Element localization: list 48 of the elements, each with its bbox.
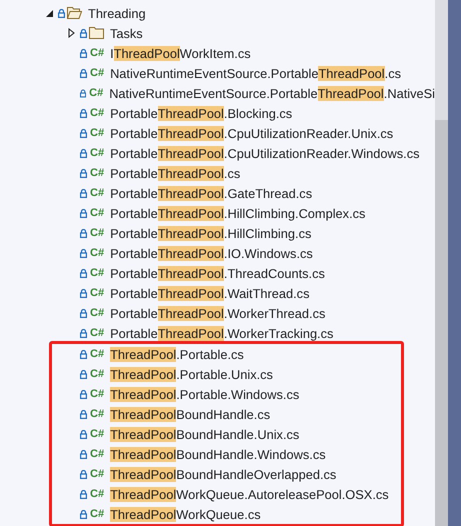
file-type-label: C# — [90, 388, 104, 400]
file-type-label: C# — [90, 67, 104, 79]
file-type-label: C# — [90, 508, 104, 520]
file-type-label: C# — [90, 348, 104, 360]
file-type-label: C# — [90, 127, 104, 139]
file-name: PortableThreadPool.GateThread.cs — [110, 186, 312, 200]
folder-name: Threading — [88, 6, 146, 20]
file-name: PortableThreadPool.CpuUtilizationReader.Unix.cs — [110, 126, 394, 140]
file-type-label: C# — [89, 87, 104, 99]
file-name: Tasks — [110, 26, 143, 40]
file-name: PortableThreadPool.cs — [110, 166, 240, 180]
file-name: NativeRuntimeEventSource.PortableThreadPool.cs — [110, 66, 402, 80]
file-type-label: C# — [90, 287, 104, 299]
file-name: PortableThreadPool.WorkerTracking.cs — [110, 326, 334, 340]
file-name: ThreadPoolWorkQueue.cs — [110, 506, 261, 522]
file-type-label: C# — [90, 167, 104, 179]
file-type-label: C# — [90, 47, 104, 59]
file-type-label: C# — [90, 227, 104, 239]
file-name: PortableThreadPool.Blocking.cs — [110, 106, 292, 120]
file-name: ThreadPoolBoundHandle.Windows.cs — [110, 446, 326, 462]
file-type-label: C# — [90, 187, 104, 199]
file-name: PortableThreadPool.IO.Windows.cs — [110, 246, 313, 260]
file-type-label: C# — [90, 428, 104, 440]
file-name: ThreadPoolBoundHandleOverlapped.cs — [110, 466, 336, 482]
file-type-label: C# — [90, 448, 104, 460]
file-type-label: C# — [90, 468, 104, 480]
file-type-label: C# — [90, 408, 104, 420]
file-name: PortableThreadPool.ThreadCounts.cs — [110, 266, 325, 280]
file-name: PortableThreadPool.WaitThread.cs — [110, 286, 310, 300]
file-name: ThreadPoolBoundHandle.Unix.cs — [110, 426, 300, 442]
file-name: ThreadPool.Portable.Unix.cs — [110, 366, 273, 382]
file-name: PortableThreadPool.HillClimbing.Complex.cs — [110, 206, 366, 220]
file-type-label: C# — [90, 488, 104, 500]
file-name: ThreadPool.Portable.cs — [110, 346, 244, 362]
file-name: ThreadPool.Portable.Windows.cs — [110, 386, 300, 402]
file-type-label: C# — [90, 147, 104, 159]
file-type-label: C# — [90, 307, 104, 319]
file-type-label: C# — [90, 368, 104, 380]
file-type-label: C# — [90, 107, 104, 119]
file-name: ThreadPoolWorkQueue.AutoreleasePool.OSX.cs — [110, 486, 389, 502]
file-name: PortableThreadPool.WorkerThread.cs — [110, 306, 326, 320]
file-name: PortableThreadPool.HillClimbing.cs — [110, 226, 312, 240]
file-name: PortableThreadPool.CpuUtilizationReader.Windows.cs — [110, 146, 420, 160]
file-type-label: C# — [90, 327, 104, 339]
file-type-label: C# — [90, 247, 104, 259]
file-type-label: C# — [90, 267, 104, 279]
file-type-label: C# — [90, 207, 104, 219]
file-name: ThreadPoolBoundHandle.cs — [110, 406, 270, 422]
